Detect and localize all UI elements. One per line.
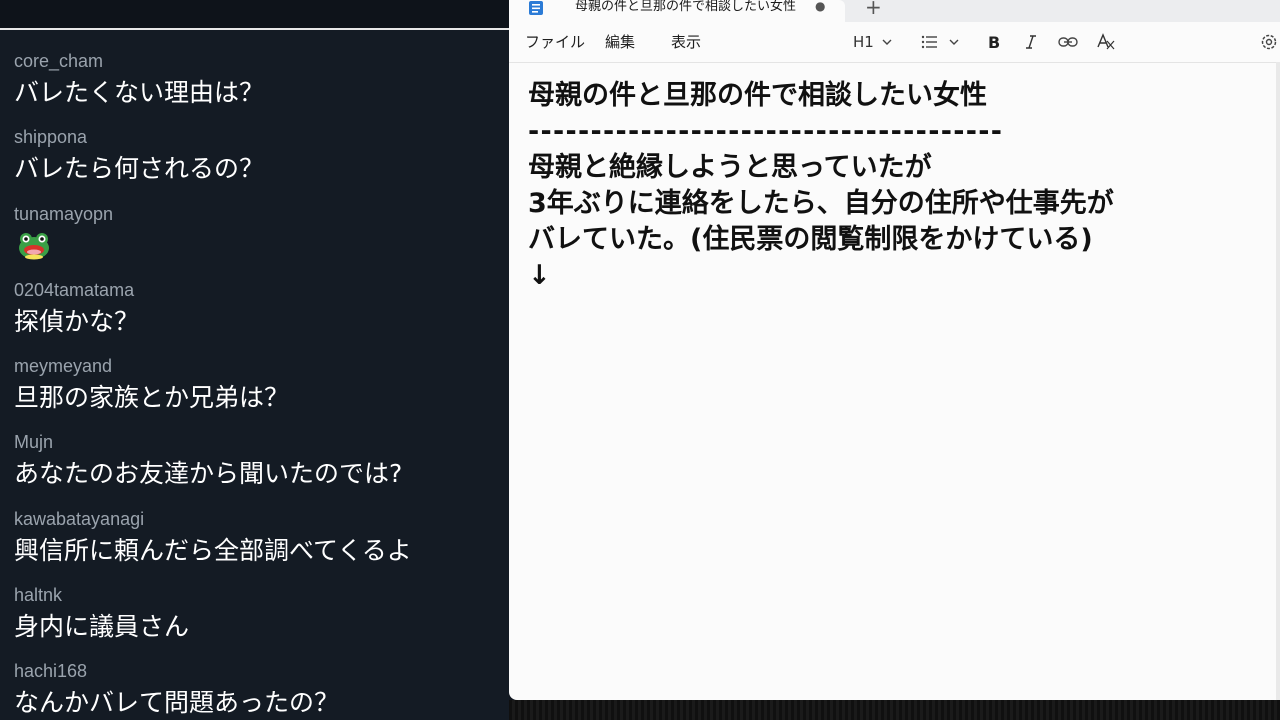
chat-message: tunamayopn [14,202,504,278]
chat-message-text: なんかバレて問題あったの？ [14,688,340,718]
text-editor[interactable]: 母親の件と旦那の件で相談したい女性 ----------------------… [528,78,1268,294]
chat-username[interactable]: core_cham [14,49,504,73]
list-icon [921,35,937,49]
chat-message: kawabatayanagi 興信所に頼んだら全部調べてくるよ [14,507,504,583]
editor-line: -------------------------------------- [528,116,1004,147]
clear-formatting-icon [1097,33,1115,50]
chat-username[interactable]: shippona [14,125,504,149]
editor-line: 母親と絶縁しようと思っていたが [528,152,932,183]
chat-username[interactable]: hachi168 [14,659,504,683]
chat-message-list: core_cham バレたくない理由は？ shippona バレたら何されるの？… [14,49,504,720]
chat-username[interactable]: meymeyand [14,354,504,378]
heading-label: H1 [853,33,874,51]
svg-text:B: B [988,33,1000,51]
editor-line: 母親の件と旦那の件で相談したい女性 [528,80,987,111]
chat-username[interactable]: tunamayopn [14,202,504,226]
settings-button[interactable] [1259,30,1279,54]
editor-line: 3年ぶりに連絡をしたら、自分の住所や仕事先が [528,188,1114,219]
chat-username[interactable]: haltnk [14,583,504,607]
notepad-window: 母親の件と旦那の件で相談したい女性 ● + ファイル 編集 表示 H1 B 母親… [509,0,1280,700]
scrollbar-track[interactable] [1276,62,1280,700]
chat-top-bar [0,0,509,30]
chat-message: 0204tamatama 探偵かな？ [14,278,504,354]
tab-title: 母親の件と旦那の件で相談したい女性 [575,0,797,14]
chat-message-text: バレたくない理由は？ [14,78,265,107]
editor-line: ↓ [528,260,551,291]
editor-line: バレていた。(住民票の閲覧制限をかけている) [528,224,1093,255]
chat-message: core_cham バレたくない理由は？ [14,49,504,125]
chat-message-text: 旦那の家族とか兄弟は？ [14,383,290,413]
gear-icon [1261,34,1277,50]
chat-message-text: 身内に議員さん [14,612,190,642]
frog-emote-icon [14,229,504,269]
chat-message: shippona バレたら何されるの？ [14,125,504,201]
bold-button[interactable]: B [986,30,1002,54]
menu-view[interactable]: 表示 [671,33,701,51]
chevron-down-icon [882,39,892,45]
chat-message-text: あなたのお友達から聞いたのでは? [14,459,403,489]
list-dropdown[interactable] [921,30,961,54]
chat-username[interactable]: Mujn [14,430,504,454]
menu-bar: ファイル 編集 表示 H1 B [509,22,1280,63]
chat-username[interactable]: kawabatayanagi [14,507,504,531]
bold-icon: B [988,33,1000,51]
link-icon [1058,37,1078,47]
background-strip [509,700,1280,720]
italic-button[interactable] [1023,30,1039,54]
menu-file[interactable]: ファイル [525,33,585,51]
chat-message-text: 興信所に頼んだら全部調べてくるよ [14,535,412,565]
chat-message: hachi168 なんかバレて問題あったの？ [14,659,504,720]
chevron-down-icon [949,39,959,45]
tab-bar: 母親の件と旦那の件で相談したい女性 ● + [509,0,1280,22]
notepad-icon [528,0,544,19]
chat-message: meymeyand 旦那の家族とか兄弟は？ [14,354,504,430]
document-tab[interactable]: 母親の件と旦那の件で相談したい女性 ● [509,0,845,22]
clear-formatting-button[interactable] [1096,30,1116,54]
chat-message-text: 探偵かな？ [14,306,140,336]
italic-icon [1026,35,1036,49]
chat-panel: core_cham バレたくない理由は？ shippona バレたら何されるの？… [0,0,509,720]
unsaved-indicator-icon[interactable]: ● [815,0,825,12]
chat-message: Mujn あなたのお友達から聞いたのでは? [14,430,504,506]
chat-username[interactable]: 0204tamatama [14,278,504,302]
menu-edit[interactable]: 編集 [605,33,635,51]
link-button[interactable] [1058,30,1078,54]
heading-dropdown[interactable]: H1 [853,30,894,54]
new-tab-button[interactable]: + [865,0,882,17]
chat-message-text: バレたら何されるの？ [14,154,265,184]
chat-message: haltnk 身内に議員さん [14,583,504,659]
